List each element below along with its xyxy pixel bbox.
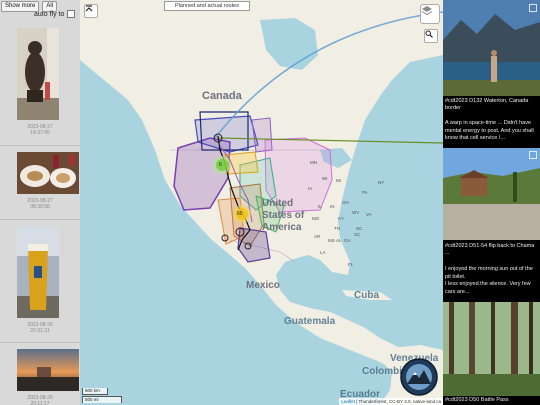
state-label: VA — [366, 212, 372, 217]
search-button[interactable] — [424, 29, 438, 43]
marker-cluster-core — [216, 159, 228, 171]
post-text: I enjoyed the morning sun out of the pit… — [445, 266, 533, 295]
photo-thumbnail[interactable] — [17, 152, 79, 194]
state-label: IN — [330, 204, 335, 209]
state-label: AL — [336, 238, 342, 243]
label-guatemala: Guatemala — [284, 316, 336, 327]
post-image[interactable] — [443, 148, 540, 240]
post-title[interactable]: #cdt2023 D132 Waterton, Canada border — [445, 98, 539, 112]
label-united-states: United States of America — [262, 198, 305, 233]
cluster-count: 60 — [237, 211, 243, 217]
state-label: AR — [314, 234, 321, 239]
expand-icon[interactable] — [529, 151, 537, 159]
mountain-badge-icon — [400, 358, 438, 396]
post-image[interactable] — [443, 0, 540, 96]
state-label: IA — [308, 186, 313, 191]
lake-mountain-image — [443, 0, 540, 96]
state-label: NC — [356, 226, 363, 231]
photo-timestamp: 2023-08-27 14:37:45 — [27, 124, 53, 136]
state-label: TN — [334, 226, 340, 231]
auto-fly-label: auto fly to — [34, 10, 65, 18]
trail-logo — [400, 358, 438, 396]
state-label: FL — [348, 262, 354, 267]
label-mexico: Mexico — [246, 280, 280, 291]
divider — [0, 219, 80, 220]
food-image — [17, 152, 79, 194]
collapse-panel-button[interactable] — [84, 4, 98, 18]
state-label: MO — [312, 216, 320, 221]
layers-icon — [421, 6, 433, 16]
attribution-text: | Thunderforest, CC-BY 3.0, native-land.… — [356, 399, 441, 404]
state-label: SC — [354, 232, 361, 237]
state-label: WV — [352, 210, 360, 215]
expand-icon[interactable] — [529, 4, 537, 12]
sunset-image — [17, 349, 79, 391]
state-label: OH — [342, 200, 349, 205]
search-icon — [425, 30, 433, 38]
photo-thumbnail[interactable] — [17, 28, 59, 120]
post-title[interactable]: #cdt2023 D51-54 flip back to Chama ... — [445, 243, 539, 257]
state-label: MI — [336, 178, 341, 183]
bear-statue-image — [17, 28, 59, 120]
photo-timestamp: 2023-08-26 20:11:17 — [27, 395, 53, 405]
cluster-count: 6 — [219, 162, 222, 168]
state-label: MS — [328, 238, 335, 243]
state-label: IL — [318, 204, 322, 209]
forest-image — [443, 302, 540, 396]
pit-toilet-image — [443, 148, 540, 240]
state-label: KY — [338, 216, 345, 221]
photo-thumbnail[interactable] — [17, 226, 59, 318]
state-label: MN — [310, 160, 317, 165]
layers-button[interactable] — [420, 4, 440, 24]
post-feed: #cdt2023 D132 Waterton, Canada border A … — [443, 0, 540, 405]
post-title[interactable]: #cdt2023 D50 Battle Pass — [445, 397, 539, 404]
label-cuba: Cuba — [354, 290, 379, 301]
divider — [0, 145, 80, 146]
post-text: A warp in space-time ... Didn't have men… — [445, 120, 534, 141]
state-label: NY — [378, 180, 385, 185]
route-map[interactable]: 6 60 Canada United States of America Mex… — [80, 0, 443, 405]
photo-timestamp: 2023-08-27 08:39:58 — [27, 198, 53, 210]
collapse-up-icon — [85, 5, 93, 12]
scale-km: 500 km — [82, 388, 108, 395]
leaflet-link[interactable]: Leaflet — [341, 399, 355, 404]
photo-sidebar: Show more All auto fly to 2023-08-27 14:… — [0, 0, 81, 405]
state-label: WI — [322, 176, 328, 181]
photo-timestamp: 2023-08-26 20:31:31 — [27, 322, 53, 334]
divider — [0, 342, 80, 343]
state-label: LA — [320, 250, 326, 255]
state-label: PA — [362, 190, 368, 195]
beer-glass-image — [17, 226, 59, 318]
map-title: Planned and actual routes — [164, 1, 250, 11]
state-label: GA — [344, 238, 351, 243]
photo-thumbnail[interactable] — [17, 349, 79, 391]
label-canada: Canada — [202, 90, 242, 102]
map-attribution: Leaflet | Thunderforest, CC-BY 3.0, nati… — [339, 398, 443, 405]
auto-fly-checkbox[interactable] — [67, 10, 76, 18]
auto-fly-toggle[interactable]: auto fly to — [34, 10, 76, 18]
post-image[interactable] — [443, 302, 540, 396]
scale-mi: 500 mi — [82, 396, 122, 403]
